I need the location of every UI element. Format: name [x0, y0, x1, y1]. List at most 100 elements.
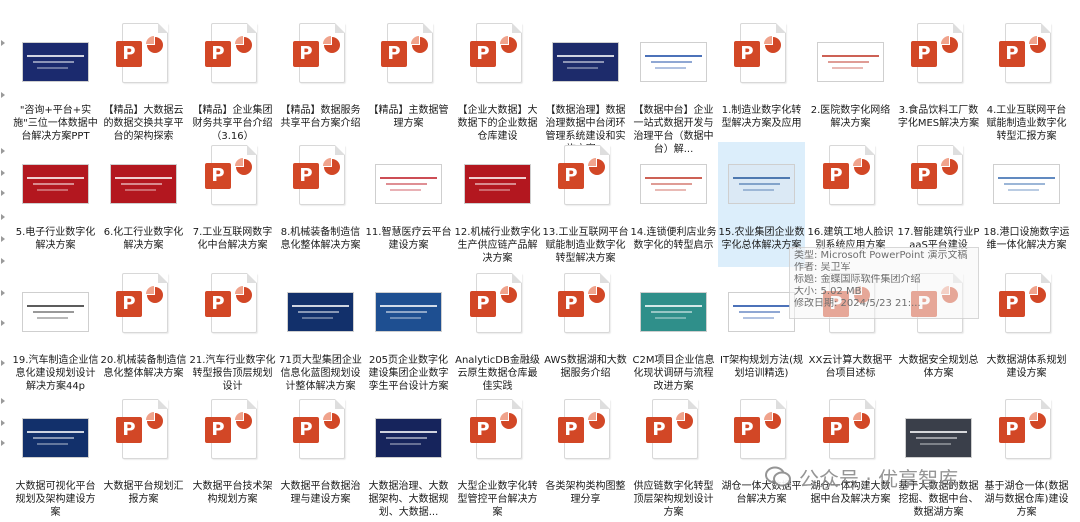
file-item[interactable]: P 各类架构类构图整理分享: [542, 396, 629, 521]
file-item[interactable]: C2M项目企业信息化现状调研与流程改进方案: [630, 270, 717, 395]
file-name: IT架构规划方法(规划培训精选): [720, 355, 803, 379]
file-item[interactable]: 11.智慧医疗云平台建设方案: [365, 142, 452, 267]
slide-thumbnail: [630, 20, 717, 82]
file-item[interactable]: P 【精品】数据服务共享平台方案介绍: [277, 20, 364, 145]
file-item[interactable]: 【数据中台】企业一站式数据开发与治理平台（数据中台）解...: [630, 20, 717, 155]
file-item[interactable]: P 21.汽车行业数字化转型报告顶层规划设计: [189, 270, 276, 395]
tooltip-size: 大小: 5.02 MB: [794, 286, 862, 297]
file-item[interactable]: P 【精品】大数据云的数据交换共享平台的架构探索: [100, 20, 187, 145]
ppt-file-icon: P: [542, 396, 629, 459]
slide-thumbnail: [365, 270, 452, 332]
file-item[interactable]: P 13.工业互联网平台赋能制造业数字化转型解决方案: [542, 142, 629, 267]
file-item[interactable]: P 7.工业互联网数字化中台解决方案: [189, 142, 276, 267]
file-item[interactable]: 大数据治理、大数据架构、大数据规划、大数据...: [365, 396, 452, 521]
ppt-file-icon: P: [895, 142, 982, 205]
slide-thumbnail: [365, 396, 452, 458]
ppt-file-icon: P: [983, 396, 1070, 459]
file-name: 大数据治理、大数据架构、大数据规划、大数据...: [368, 481, 449, 518]
file-item[interactable]: P AnalyticDB金融级云原生数据仓库最佳实践: [454, 270, 541, 395]
ppt-file-icon: P: [718, 20, 805, 83]
file-item[interactable]: 12.机械行业数字化生产供应链产品解决方案: [454, 142, 541, 267]
ppt-file-icon: P: [100, 396, 187, 459]
ppt-file-icon: P: [365, 20, 452, 83]
file-item[interactable]: 71页大型集团企业信息化蓝图规划设计整体解决方案: [277, 270, 364, 395]
file-item[interactable]: P 大数据平台数据治理与建设方案: [277, 396, 364, 521]
file-item[interactable]: P 基于湖仓一体(数据湖与数据仓库)建设方案: [983, 396, 1070, 521]
file-item[interactable]: 19.汽车制造企业信息化建设规划设计解决方案44p: [12, 270, 99, 395]
file-item[interactable]: 大数据可视化平台规划及架构建设方案: [12, 396, 99, 521]
file-item[interactable]: P 大数据平台规划汇报方案: [100, 396, 187, 521]
file-item[interactable]: 基于大数据的数据挖掘、数据中台、数据湖方案: [895, 396, 982, 521]
slide-thumbnail: [718, 142, 805, 204]
file-name: AnalyticDB金融级云原生数据仓库最佳实践: [455, 355, 540, 392]
file-item[interactable]: "咨询+平台+实施"三位一体数据中台解决方案PPT: [12, 20, 99, 145]
file-item[interactable]: 6.化工行业数字化解决方案: [100, 142, 187, 267]
file-item[interactable]: P 湖仓一体构建大数据中台及解决方案: [807, 396, 894, 521]
file-name: 71页大型集团企业信息化蓝图规划设计整体解决方案: [279, 355, 362, 392]
file-name: 【企业大数据】大数据下的企业数据仓库建设: [457, 105, 538, 142]
ppt-file-icon: P: [718, 396, 805, 459]
ppt-file-icon: P: [277, 20, 364, 83]
ppt-file-icon: P: [100, 20, 187, 83]
slide-thumbnail: [12, 270, 99, 332]
ppt-file-icon: P: [895, 20, 982, 83]
file-item[interactable]: P AWS数据湖和大数据服务介绍: [542, 270, 629, 395]
ppt-file-icon: P: [189, 142, 276, 205]
file-name: 【精品】主数据管理方案: [368, 105, 449, 129]
file-item[interactable]: P 【精品】企业集团财务共享平台介绍（3.16）: [189, 20, 276, 145]
file-name: 【精品】数据服务共享平台方案介绍: [280, 105, 361, 129]
ppt-file-icon: P: [542, 270, 629, 333]
slide-thumbnail: [895, 396, 982, 458]
slide-thumbnail: [454, 142, 541, 204]
file-item[interactable]: 2.医院数字化网络解决方案: [807, 20, 894, 145]
file-name: 3.食品饮料工厂数字化MES解决方案: [897, 105, 980, 129]
ppt-file-icon: P: [277, 396, 364, 459]
slide-thumbnail: [365, 142, 452, 204]
slide-thumbnail: [630, 142, 717, 204]
ppt-file-icon: P: [454, 270, 541, 333]
ppt-file-icon: P: [277, 142, 364, 205]
slide-thumbnail: [100, 142, 187, 204]
file-item[interactable]: P 4.工业互联网平台赋能制造业数字化转型汇报方案: [983, 20, 1070, 145]
file-item[interactable]: P 8.机械装备制造信息化整体解决方案: [277, 142, 364, 267]
slide-thumbnail: [12, 20, 99, 82]
file-name: 【精品】企业集团财务共享平台介绍（3.16）: [192, 105, 273, 142]
file-name: 大数据平台数据治理与建设方案: [280, 481, 361, 505]
ppt-file-icon: P: [100, 270, 187, 333]
file-item[interactable]: P 【精品】主数据管理方案: [365, 20, 452, 145]
file-name: 14.连锁便利店业务数字化的转型启示: [630, 227, 717, 251]
tooltip-type: 类型: Microsoft PowerPoint 演示文稿: [794, 250, 968, 261]
ppt-file-icon: P: [542, 142, 629, 205]
ppt-file-icon: P: [807, 142, 894, 205]
file-item[interactable]: 【数据治理】数据治理数据中台闭环管理系统建设和实施方案...: [542, 20, 629, 155]
file-info-tooltip: 类型: Microsoft PowerPoint 演示文稿 作者: 吴卫军 标题…: [789, 247, 979, 319]
file-name: 2.医院数字化网络解决方案: [810, 105, 891, 129]
file-item[interactable]: 5.电子行业数字化解决方案: [12, 142, 99, 267]
slide-thumbnail: [542, 20, 629, 82]
file-name: XX云计算大数据平台项目述标: [808, 355, 893, 379]
file-name: 11.智慧医疗云平台建设方案: [365, 227, 452, 251]
file-name: 5.电子行业数字化解决方案: [15, 227, 96, 251]
file-name: 8.机械装备制造信息化整体解决方案: [280, 227, 361, 251]
file-item[interactable]: P 【企业大数据】大数据下的企业数据仓库建设: [454, 20, 541, 145]
file-item[interactable]: P 大数据平台技术架构规划方案: [189, 396, 276, 521]
ppt-file-icon: P: [189, 20, 276, 83]
file-item[interactable]: P 湖仓一体大数据平台解决方案: [718, 396, 805, 521]
file-item[interactable]: P 大型企业数字化转型管控平台解决方案: [454, 396, 541, 521]
file-item[interactable]: 205页企业数字化建设集团企业数字孪生平台设计方案: [365, 270, 452, 395]
file-item[interactable]: P 1.制造业数字化转型解决方案及应用: [718, 20, 805, 145]
slide-thumbnail: [983, 142, 1070, 204]
file-item[interactable]: P 3.食品饮料工厂数字化MES解决方案: [895, 20, 982, 145]
file-name: 大数据可视化平台规划及架构建设方案: [15, 481, 96, 518]
ppt-file-icon: P: [454, 20, 541, 83]
file-item[interactable]: P 供应链数字化转型顶层架构规划设计方案: [630, 396, 717, 521]
file-item[interactable]: 14.连锁便利店业务数字化的转型启示: [630, 142, 717, 267]
tooltip-title: 标题: 金蝶国际软件集团介绍: [794, 274, 921, 285]
file-name: 1.制造业数字化转型解决方案及应用: [721, 105, 802, 129]
file-item[interactable]: P 20.机械装备制造信息化整体解决方案: [100, 270, 187, 395]
file-name: 湖仓一体大数据平台解决方案: [721, 481, 802, 505]
file-item[interactable]: 18.港口设施数字运维一体化解决方案: [983, 142, 1070, 267]
file-name: 大数据平台技术架构规划方案: [192, 481, 273, 505]
file-item[interactable]: P 大数据湖体系规划建设方案: [983, 270, 1070, 395]
file-name: 供应链数字化转型顶层架构规划设计方案: [633, 481, 714, 518]
